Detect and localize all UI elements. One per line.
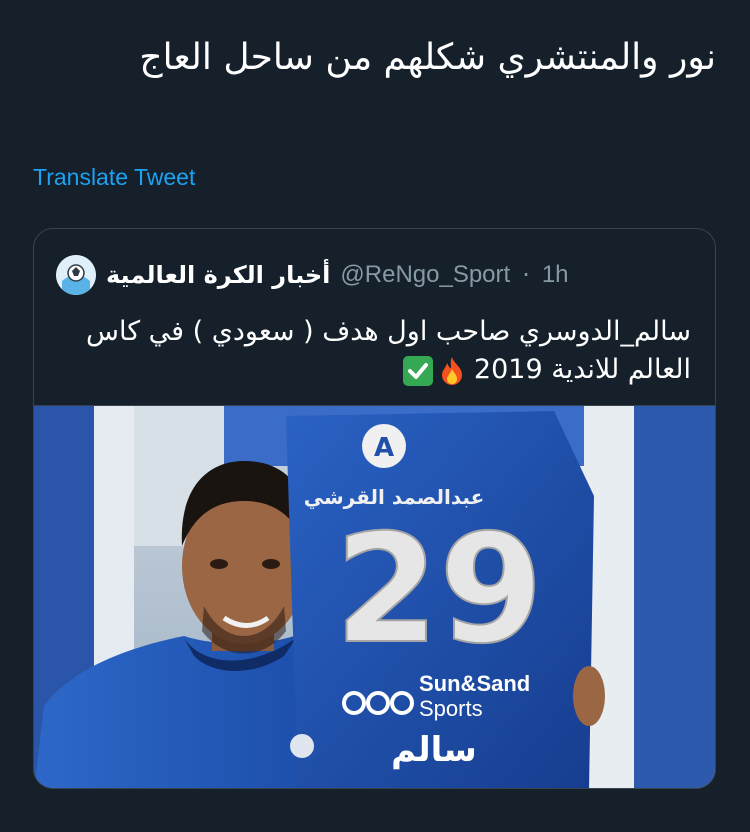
quoted-tweet-card[interactable]: أخبار الكرة العالمية @ReNgo_Sport · 1h س… — [33, 228, 716, 789]
quoted-text-line-2-row: العالم للاندية 2019 — [61, 351, 691, 389]
player-hand — [573, 666, 605, 726]
quoted-tweet-header: أخبار الكرة العالمية @ReNgo_Sport · 1h — [56, 253, 569, 297]
quoted-tweet-text: سالم_الدوسري صاحب اول هدف ( سعودي ) في ك… — [61, 313, 691, 389]
football-avatar-icon[interactable] — [56, 255, 96, 295]
translate-tweet-link[interactable]: Translate Tweet — [33, 164, 195, 191]
jersey-logo-letter: A — [374, 433, 394, 463]
quoted-author-name[interactable]: أخبار الكرة العالمية — [106, 261, 330, 289]
tweet-text: نور والمنتشري شكلهم من ساحل العاج — [139, 37, 716, 78]
player-right-eye — [262, 559, 280, 569]
club-badge-icon — [290, 734, 314, 758]
fire-icon — [439, 356, 465, 386]
check-mark-icon — [403, 355, 434, 386]
emoji-row — [403, 355, 465, 386]
right-hanging-jersey — [634, 406, 715, 788]
separator-dot: · — [522, 261, 530, 289]
quoted-text-line-1: سالم_الدوسري صاحب اول هدف ( سعودي ) في ك… — [86, 316, 691, 347]
quoted-text-line-2: العالم للاندية 2019 — [473, 354, 691, 385]
jersey-number: 29 — [335, 503, 544, 677]
player-left-eye — [210, 559, 228, 569]
tweet-photo[interactable]: A عبدالصمد القرشي 29 Sun&Sand Sports سال… — [34, 405, 715, 788]
quoted-author-handle[interactable]: @ReNgo_Sport — [340, 261, 510, 289]
jersey-sponsor-line-1: Sun&Sand — [419, 671, 530, 696]
tweet-page: نور والمنتشري شكلهم من ساحل العاج Transl… — [0, 0, 750, 832]
jersey-name-arabic: سالم — [391, 730, 477, 770]
quoted-tweet-time[interactable]: 1h — [542, 261, 569, 289]
jersey-sponsor-line-2: Sports — [419, 696, 483, 721]
